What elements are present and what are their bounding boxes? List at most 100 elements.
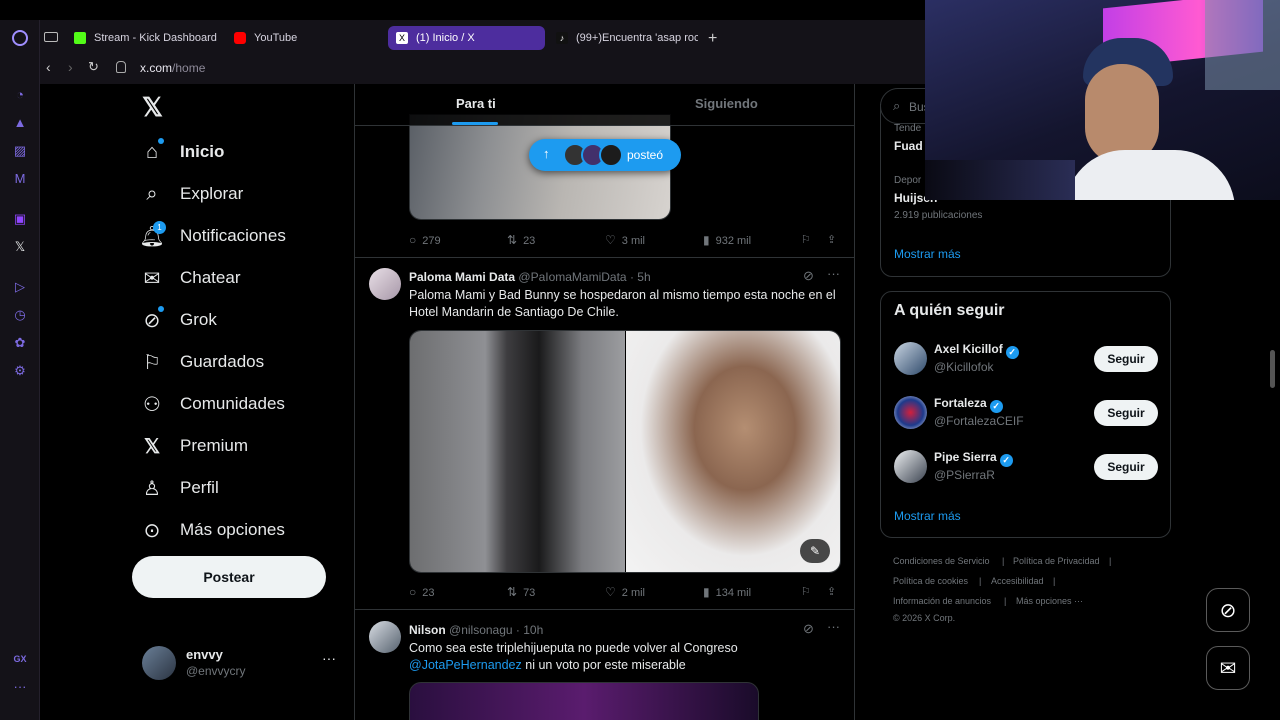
name-text: Fortaleza — [934, 396, 987, 410]
avatar[interactable] — [369, 621, 401, 653]
share-icon[interactable]: ⇪ — [827, 233, 836, 246]
x-logo[interactable]: 𝕏 — [142, 92, 163, 123]
more-icon[interactable]: ··· — [11, 678, 29, 696]
follow-suggestion[interactable]: Axel Kicillof ✓ @Kicillofok Seguir — [881, 336, 1170, 376]
mail-icon[interactable]: M — [11, 170, 29, 188]
nav-label: Perfil — [180, 478, 219, 497]
account-switcher[interactable]: envvy @envvycry ··· — [142, 642, 342, 686]
extensions-icon[interactable]: ✿ — [11, 334, 29, 352]
avatar[interactable] — [369, 268, 401, 300]
views-button[interactable]: ▮ 134 mil — [703, 585, 751, 599]
twitch-icon[interactable]: ▣ — [11, 210, 29, 228]
nav-label: Premium — [180, 436, 249, 455]
edit-image-icon[interactable]: ✎ — [800, 539, 830, 563]
show-more-link[interactable]: Mostrar más — [894, 509, 961, 523]
verified-icon: ✓ — [989, 400, 1003, 413]
new-posts-label: posteó — [627, 148, 664, 162]
history-icon[interactable]: ◷ — [11, 306, 29, 324]
x-icon[interactable]: 𝕏 — [11, 238, 29, 256]
repost-button[interactable]: ⇅ 23 — [507, 233, 535, 247]
follow-button[interactable]: Seguir — [1094, 454, 1158, 480]
settings-icon[interactable]: ⚙ — [11, 362, 29, 380]
repost-button[interactable]: ⇅ 73 — [507, 585, 535, 599]
bookmark-icon[interactable]: ⚐ — [801, 233, 811, 246]
follow-button[interactable]: Seguir — [1094, 400, 1158, 426]
speed-dial-icon[interactable]: ◔ — [11, 86, 29, 104]
mention-link[interactable]: @JotaPeHernandez — [409, 658, 522, 672]
author-name[interactable]: Paloma Mami Data — [409, 270, 515, 284]
tab-following[interactable]: Siguiendo — [695, 96, 758, 111]
grok-icon[interactable]: ⊘ — [803, 621, 814, 637]
face-image — [1085, 64, 1159, 164]
trend-name[interactable]: Fuad — [894, 139, 923, 153]
kick-icon — [74, 32, 86, 44]
tab-youtube[interactable]: YouTube — [226, 26, 386, 50]
footer-separator: | — [1109, 556, 1112, 566]
tab-bar: Stream - Kick Dashboard YouTube X (1) In… — [40, 20, 925, 56]
footer-terms-link[interactable]: Condiciones de Servicio — [893, 556, 990, 566]
author-handle[interactable]: @nilsonagu — [449, 623, 513, 637]
player-icon[interactable]: ▷ — [11, 278, 29, 296]
footer-ads-link[interactable]: Información de anuncios — [893, 596, 991, 606]
footer-accessibility-link[interactable]: Accesibilidad — [991, 576, 1044, 586]
footer-privacy-link[interactable]: Política de Privacidad — [1013, 556, 1100, 566]
follow-suggestion[interactable]: Fortaleza ✓ @FortalezaCEIF Seguir — [881, 390, 1170, 430]
tab-x-home[interactable]: X (1) Inicio / X — [388, 26, 545, 50]
reply-button[interactable]: ○ 279 — [409, 233, 441, 247]
avatar — [599, 143, 623, 167]
footer-more-link[interactable]: Más opciones ··· — [1016, 596, 1083, 606]
messages-float-button[interactable]: ✉ — [1206, 646, 1250, 690]
who-to-follow-card: A quién seguir Axel Kicillof ✓ @Kicillofo… — [880, 291, 1171, 538]
show-more-link[interactable]: Mostrar más — [894, 247, 961, 261]
nav-label: Grok — [180, 310, 217, 329]
suggestion-handle: @Kicillofok — [934, 360, 994, 374]
tweet-time[interactable]: · 5h — [630, 270, 651, 284]
like-button[interactable]: ♡ 2 mil — [605, 585, 645, 599]
timeline: Para ti Siguiendo ↑ posteó ○ 279 ⇅ 23 ♡ 3 m… — [354, 84, 855, 720]
grok-icon[interactable]: ⊘ — [803, 268, 814, 284]
tweet-image[interactable] — [626, 331, 840, 572]
news-icon[interactable]: ▨ — [11, 142, 29, 160]
forward-icon[interactable]: › — [68, 59, 73, 75]
reload-icon[interactable]: ↻ — [88, 59, 99, 75]
tweet-time[interactable]: · 10h — [516, 623, 543, 637]
gx-label[interactable]: GX — [11, 650, 29, 668]
scrollbar-thumb[interactable] — [1270, 350, 1275, 388]
url-field[interactable]: x.com/home — [140, 61, 205, 75]
trend-category: Tende — [894, 123, 922, 134]
divider — [355, 609, 854, 610]
back-icon[interactable]: ‹ — [46, 59, 51, 75]
tab-kick[interactable]: Stream - Kick Dashboard — [66, 26, 226, 50]
like-button[interactable]: ♡ 3 mil — [605, 233, 645, 247]
bookmark-icon[interactable]: ⚐ — [801, 585, 811, 598]
more-icon[interactable]: ··· — [322, 650, 336, 666]
nav-label: Explorar — [180, 184, 244, 203]
reply-button[interactable]: ○ 23 — [409, 585, 435, 599]
follow-suggestion[interactable]: Pipe Sierra ✓ @PSierraR Seguir — [881, 444, 1170, 484]
grok-float-button[interactable]: ⊘ — [1206, 588, 1250, 632]
follow-button[interactable]: Seguir — [1094, 346, 1158, 372]
tab-tiktok[interactable]: ♪ (99+)Encuentra 'asap rock — [548, 26, 698, 50]
more-icon[interactable]: ··· — [827, 266, 840, 281]
divider — [355, 257, 854, 258]
trend-category: Depor — [894, 175, 922, 186]
post-button[interactable]: Postear — [132, 556, 326, 598]
like-count: 3 mil — [621, 235, 645, 247]
views-icon: ▮ — [703, 585, 710, 599]
share-icon[interactable]: ⇪ — [827, 585, 836, 598]
author-handle[interactable]: @PaIomaMamiData — [518, 270, 626, 284]
new-posts-pill[interactable]: ↑ posteó — [529, 139, 681, 171]
tab-island-icon[interactable] — [44, 32, 58, 42]
new-tab-button[interactable]: + — [708, 30, 717, 48]
lock-icon — [116, 61, 126, 73]
more-icon[interactable]: ··· — [827, 619, 840, 634]
opera-logo-icon[interactable] — [12, 30, 28, 46]
notification-badge: 1 — [153, 221, 166, 234]
author-name[interactable]: Nilson — [409, 623, 446, 637]
views-button[interactable]: ▮ 932 mil — [703, 233, 751, 247]
workspace-icon[interactable]: ▲ — [11, 114, 29, 132]
tab-for-you[interactable]: Para ti — [456, 96, 496, 111]
footer-cookies-link[interactable]: Política de cookies — [893, 576, 968, 586]
tweet-image[interactable] — [409, 682, 759, 720]
tweet-image[interactable] — [410, 331, 625, 572]
